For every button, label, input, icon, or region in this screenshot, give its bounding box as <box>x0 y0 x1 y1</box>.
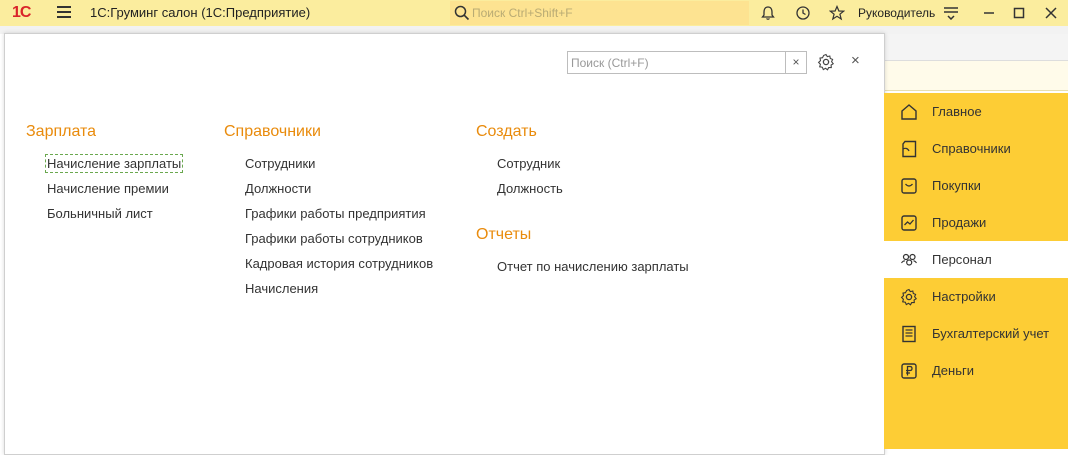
people-icon <box>901 253 917 266</box>
nav-item-label: Главное <box>932 104 982 119</box>
book-icon <box>902 140 917 158</box>
current-user[interactable]: Руководитель <box>858 6 935 20</box>
panel-search-placeholder: Поиск (Ctrl+F) <box>571 56 649 70</box>
link-company-schedules[interactable]: Графики работы предприятия <box>245 206 426 221</box>
section-panel: Поиск (Ctrl+F) × × Зарплата Начисление з… <box>4 33 885 455</box>
home-icon <box>901 104 917 120</box>
panel-settings-gear-icon[interactable] <box>817 53 835 71</box>
nav-item-money[interactable]: Деньги <box>884 352 1068 389</box>
link-accruals[interactable]: Начисления <box>245 281 318 296</box>
title-bar: 1С 1С:Груминг салон (1С:Предприятие) Пои… <box>0 0 1068 26</box>
ruble-icon <box>901 363 917 379</box>
panel-close-button[interactable]: × <box>851 52 860 69</box>
nav-item-sales[interactable]: Продажи <box>884 204 1068 241</box>
app-logo: 1С <box>12 4 31 21</box>
nav-item-settings[interactable]: Настройки <box>884 278 1068 315</box>
nav-item-purchases[interactable]: Покупки <box>884 167 1068 204</box>
global-search-input[interactable]: Поиск Ctrl+Shift+F <box>450 1 749 25</box>
nav-item-label: Настройки <box>932 289 996 304</box>
nav-item-label: Покупки <box>932 178 981 193</box>
link-positions[interactable]: Должности <box>245 181 311 196</box>
background-info-bar <box>884 61 1068 91</box>
nav-item-accounting[interactable]: Бухгалтерский учет <box>884 315 1068 352</box>
nav-item-label: Деньги <box>932 363 974 378</box>
link-hr-history[interactable]: Кадровая история сотрудников <box>245 256 433 271</box>
gear-icon <box>900 288 918 306</box>
ledger-icon <box>902 325 916 343</box>
favorites-star-icon[interactable] <box>829 5 845 21</box>
link-salary-report[interactable]: Отчет по начислению зарплаты <box>497 259 689 274</box>
nav-item-label: Продажи <box>932 215 987 230</box>
close-window-icon[interactable] <box>1045 7 1057 19</box>
cart-icon <box>901 178 917 194</box>
nav-item-label: Бухгалтерский учет <box>932 326 1050 341</box>
search-clear-button[interactable]: × <box>786 51 807 74</box>
nav-item-main[interactable]: Главное <box>884 93 1068 130</box>
nav-item-label: Персонал <box>932 252 992 267</box>
search-icon <box>454 5 470 21</box>
settings-menu-icon[interactable] <box>943 6 959 20</box>
main-menu-icon[interactable] <box>57 6 71 18</box>
nav-item-label: Справочники <box>932 141 1011 156</box>
app-title: 1С:Груминг салон (1С:Предприятие) <box>90 5 311 20</box>
link-bonus-accrual[interactable]: Начисление премии <box>47 181 169 196</box>
sections-nav: Главное Справочники Покупки Продажи Перс… <box>884 93 1068 449</box>
section-refs-title: Справочники <box>224 123 321 140</box>
chart-icon <box>901 215 917 231</box>
link-salary-accrual[interactable]: Начисление зарплаты <box>44 154 184 173</box>
link-employee-schedules[interactable]: Графики работы сотрудников <box>245 231 423 246</box>
link-sick-leave[interactable]: Больничный лист <box>47 206 153 221</box>
global-search-placeholder: Поиск Ctrl+Shift+F <box>472 6 573 20</box>
nav-item-personnel[interactable]: Персонал <box>884 241 1068 278</box>
link-create-employee[interactable]: Сотрудник <box>497 156 560 171</box>
maximize-icon[interactable] <box>1013 7 1025 19</box>
link-create-position[interactable]: Должность <box>497 181 563 196</box>
section-create-title: Создать <box>476 123 537 140</box>
section-reports-title: Отчеты <box>476 226 532 243</box>
section-salary-title: Зарплата <box>26 123 97 140</box>
link-employees[interactable]: Сотрудники <box>245 156 315 171</box>
bell-icon[interactable] <box>760 5 776 21</box>
background-toolbar <box>884 34 1068 61</box>
minimize-icon[interactable] <box>983 7 995 19</box>
panel-search-input[interactable]: Поиск (Ctrl+F) <box>567 51 786 74</box>
history-icon[interactable] <box>795 5 811 21</box>
nav-item-references[interactable]: Справочники <box>884 130 1068 167</box>
